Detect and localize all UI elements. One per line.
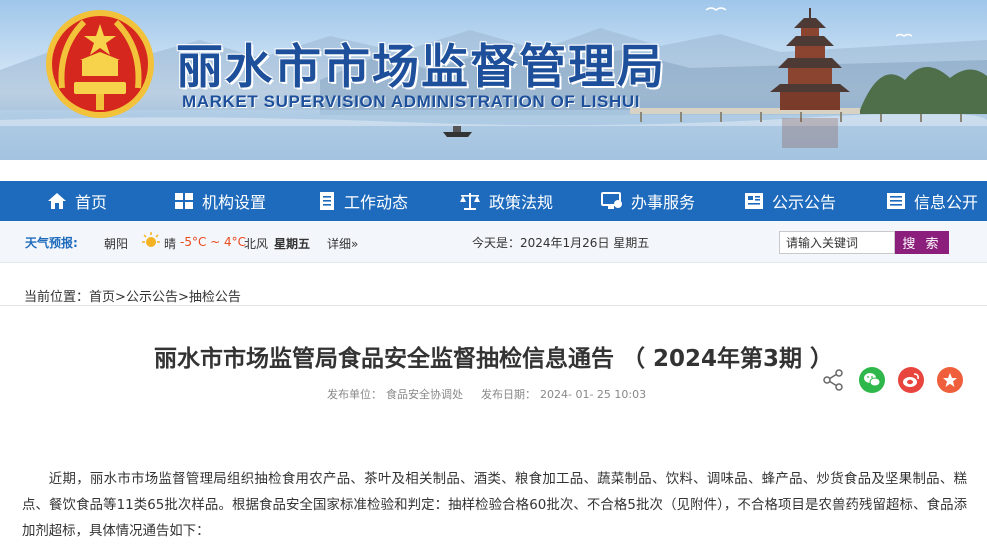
weather-day: 星期五 xyxy=(274,237,311,251)
weather-detail-link[interactable]: 详细» xyxy=(327,235,358,252)
national-emblem-logo xyxy=(46,10,154,118)
breadcrumb-separator: > xyxy=(115,290,126,305)
favorite-button[interactable] xyxy=(937,367,963,393)
notice-icon xyxy=(745,193,763,209)
nav-item-services[interactable]: 办事服务 xyxy=(601,181,695,221)
weather-temperature: -5°C ~ 4°C xyxy=(180,235,247,249)
breadcrumb-prefix: 当前位置： xyxy=(24,290,90,305)
nav-item-info-disclosure[interactable]: 信息公开 xyxy=(886,181,978,221)
nav-label: 办事服务 xyxy=(631,193,696,212)
document-icon xyxy=(320,192,334,210)
article-title: 丽水市市场监管局食品安全监督抽检信息通告 （ 2024年第3期 ） xyxy=(153,346,834,372)
nav-item-organization[interactable]: 机构设置 xyxy=(174,181,266,221)
nav-label: 机构设置 xyxy=(202,193,267,212)
weather-condition: 晴 xyxy=(164,237,177,251)
favorite-star-icon xyxy=(943,373,957,387)
date-label: 发布日期： xyxy=(481,388,536,401)
breadcrumb-separator: > xyxy=(177,290,189,305)
nav-item-policy[interactable]: 政策法规 xyxy=(459,181,553,221)
home-icon xyxy=(48,193,66,209)
breadcrumb-inspection[interactable]: 抽检公告 xyxy=(189,290,241,305)
publisher-label: 发布单位： xyxy=(327,388,382,401)
info-bar: 天气预报: 朝阳 晴 -5°C ~ 4°C 北风 星期五 详细» 今天是：202… xyxy=(0,221,987,263)
search-input[interactable] xyxy=(779,231,895,254)
nav-label: 公示公告 xyxy=(772,193,837,212)
breadcrumb-home[interactable]: 首页 xyxy=(89,290,115,305)
service-icon xyxy=(601,192,622,209)
main-nav: 首页 机构设置 工作动态 政策法规 办事服务 公示公告 信息公开 xyxy=(0,181,987,221)
publisher: 食品安全协调处 xyxy=(386,388,463,401)
article-paragraph: 近期，丽水市市场监督管理局组织抽检食用农产品、茶叶及相关制品、酒类、粮食加工品、… xyxy=(22,472,967,539)
weibo-icon xyxy=(903,373,919,387)
wechat-share-button[interactable] xyxy=(859,367,885,393)
share-icon[interactable] xyxy=(822,369,844,391)
wechat-icon xyxy=(864,373,881,387)
nav-item-notices[interactable]: 公示公告 xyxy=(744,181,836,221)
org-icon xyxy=(175,193,193,209)
info-icon xyxy=(887,193,905,209)
article-meta: 发布单位： 食品安全协调处 发布日期： 2024- 01- 25 10:03 xyxy=(327,386,650,402)
site-title: 丽水市市场监督管理局 xyxy=(176,40,666,95)
sun-icon xyxy=(142,232,160,247)
site-subtitle: MARKET SUPERVISION ADMINISTRATION OF LIS… xyxy=(182,92,641,111)
scale-icon xyxy=(460,193,480,210)
weibo-share-button[interactable] xyxy=(898,367,924,393)
nav-label: 信息公开 xyxy=(914,193,979,212)
nav-label: 政策法规 xyxy=(489,193,554,212)
weather-wind: 北风 xyxy=(244,237,269,251)
breadcrumb-notices[interactable]: 公示公告 xyxy=(126,290,178,305)
nav-label: 工作动态 xyxy=(344,193,409,212)
nav-item-work-news[interactable]: 工作动态 xyxy=(318,181,408,221)
weather-city: 朝阳 xyxy=(104,237,129,251)
divider xyxy=(0,305,987,306)
weather-label: 天气预报: xyxy=(25,236,78,250)
nav-label: 首页 xyxy=(75,193,108,212)
publish-date: 2024- 01- 25 10:03 xyxy=(540,388,647,401)
nav-item-home[interactable]: 首页 xyxy=(47,181,107,221)
site-banner: 丽水市市场监督管理局 MARKET SUPERVISION ADMINISTRA… xyxy=(0,0,987,160)
today-date: 今天是：2024年1月26日 星期五 xyxy=(472,236,650,250)
search-button[interactable]: 搜 索 xyxy=(895,231,949,254)
breadcrumb: 当前位置：首页>公示公告>抽检公告 xyxy=(24,286,241,305)
